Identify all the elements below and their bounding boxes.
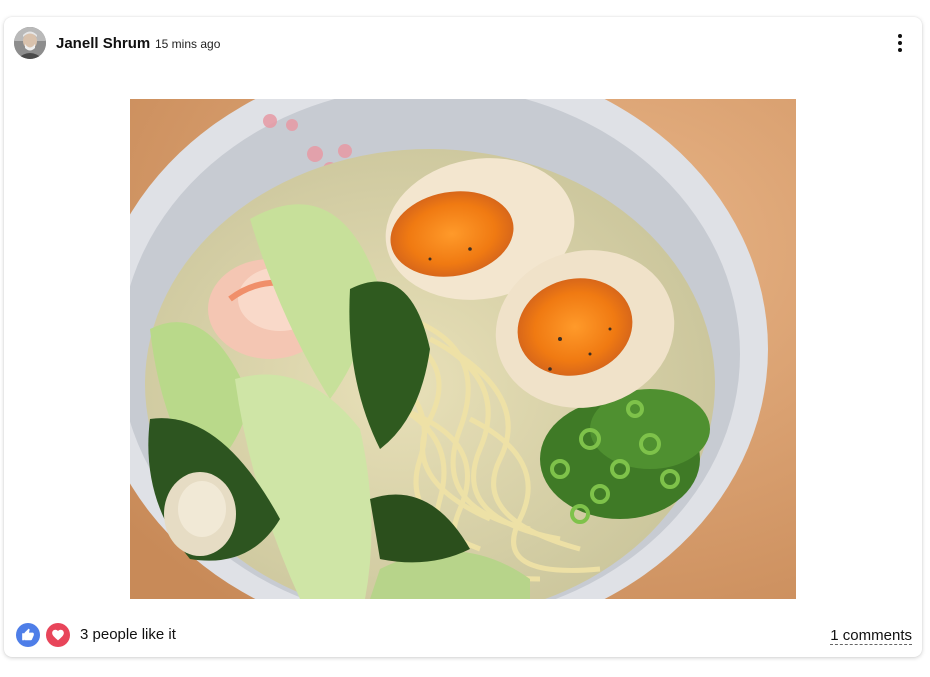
more-vertical-icon[interactable] (888, 31, 912, 55)
post-timestamp: 15 mins ago (155, 37, 221, 51)
comments-link[interactable]: 1 comments (830, 627, 912, 645)
post-footer: 3 people like it 1 comments (16, 623, 912, 647)
post-header: Janell Shrum 15 mins ago (14, 27, 912, 61)
post-image[interactable] (130, 99, 796, 599)
kebab-dot (898, 34, 902, 38)
thumbs-up-glyph (22, 628, 34, 641)
author-name[interactable]: Janell Shrum (56, 35, 150, 52)
kebab-dot (898, 41, 902, 45)
post-card: Janell Shrum 15 mins ago 3 people like i… (4, 17, 922, 657)
author-avatar[interactable] (14, 27, 46, 59)
kebab-dot (898, 48, 902, 52)
ramen-photo (130, 99, 796, 599)
avatar-image (14, 27, 46, 59)
heart-glyph (52, 629, 64, 641)
heart-icon[interactable] (46, 623, 70, 647)
thumbs-up-icon[interactable] (16, 623, 40, 647)
likes-count-text: 3 people like it (80, 626, 176, 643)
